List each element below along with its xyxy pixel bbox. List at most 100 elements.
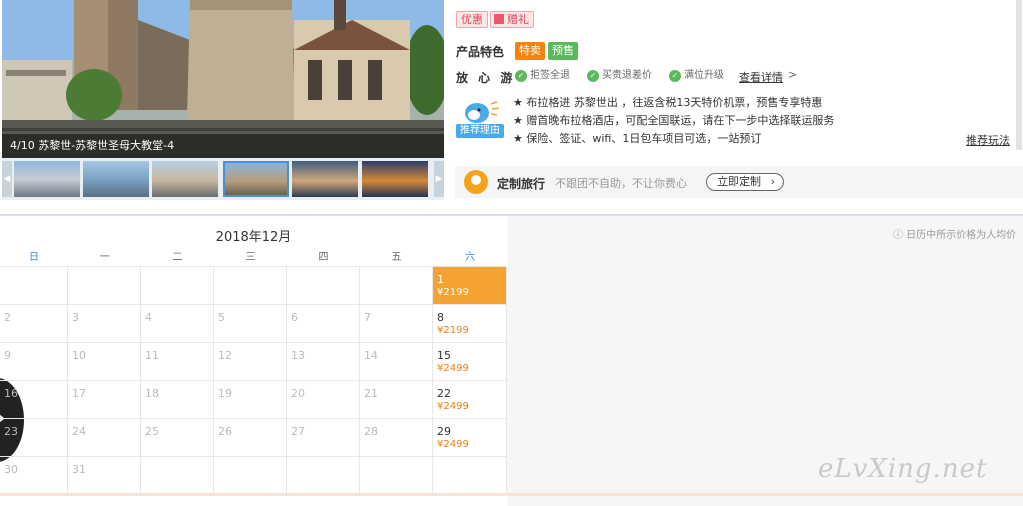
calendar-day-cell: [214, 267, 287, 305]
calendar-day-number: 14: [364, 349, 378, 362]
chevron-right-icon[interactable]: >: [788, 68, 797, 81]
calendar-day-cell: 6: [287, 305, 360, 343]
custom-travel-bar: 定制旅行 不跟团不自助，不让你费心 立即定制 ›: [455, 166, 1023, 198]
calendar-day-cell: 31: [68, 457, 141, 495]
calendar-day-number: 15: [437, 349, 451, 362]
calendar-day-cell: [360, 267, 433, 305]
calendar-day-cell: 25: [141, 419, 214, 457]
customize-now-button[interactable]: 立即定制 ›: [706, 173, 784, 191]
calendar-day-number: 2: [4, 311, 11, 324]
check-icon: ✓: [669, 70, 681, 82]
recommend-play-link[interactable]: 推荐玩法: [966, 132, 1010, 148]
thumb-next-arrow[interactable]: ▶: [434, 161, 444, 197]
calendar-day-price: ¥2499: [437, 439, 469, 450]
calendar-day-cell: 2: [0, 305, 68, 343]
gift-tag: 赠礼: [490, 11, 534, 28]
calendar-day-number: 4: [145, 311, 152, 324]
scrollbar[interactable]: [1016, 0, 1022, 150]
weekday-header: 四: [287, 249, 360, 267]
calendar-day-number: 1: [437, 273, 444, 286]
weekday-header: 一: [68, 249, 141, 267]
view-details-link[interactable]: 查看详情: [739, 69, 783, 85]
custom-travel-title: 定制旅行: [497, 177, 546, 191]
calendar-day-cell: 21: [360, 381, 433, 419]
calendar-day-cell: 30: [0, 457, 68, 495]
calendar-day-cell: 14: [360, 343, 433, 381]
assurance-item-upgrade: ✓ 满位升级: [669, 69, 724, 83]
chevron-right-icon: ›: [770, 175, 775, 188]
thumb-prev-arrow[interactable]: ◀: [2, 161, 12, 197]
calendar-day-cell: 27: [287, 419, 360, 457]
calendar-day-number: 5: [218, 311, 225, 324]
calendar-day-number: 28: [364, 425, 378, 438]
calendar-day-cell: 4: [141, 305, 214, 343]
calendar-day-cell: [433, 457, 507, 495]
calendar-day-cell: [141, 457, 214, 495]
recommend-line-3: ★ 保险、签证、wifi、1日包车项目可选，一站预订: [513, 132, 762, 145]
feature-badge-special-sale: 特卖: [515, 42, 545, 60]
feature-label: 产品特色: [456, 45, 505, 59]
calendar-day-cell: 28: [360, 419, 433, 457]
recommend-line-2: ★ 赠首晚布拉格酒店，可配全国联运，请在下一步中选择联运服务: [513, 114, 835, 127]
check-icon: ✓: [515, 70, 527, 82]
calendar-day-cell: 9: [0, 343, 68, 381]
calendar-day-cell: 23: [0, 419, 68, 457]
photo-caption: 4/10 苏黎世-苏黎世圣母大教堂-4: [2, 134, 444, 158]
recommend-line-1: ★ 布拉格进 苏黎世出 ，往返含税13天特价机票，预售专享特惠: [513, 96, 823, 109]
thumbnail-3[interactable]: [152, 161, 218, 197]
calendar-day-cell[interactable]: 1 ¥2199: [433, 267, 507, 305]
assurance-item-label: 拒签全退: [530, 70, 570, 81]
thumbnail-4[interactable]: [223, 161, 289, 197]
calendar-day-cell: 5: [214, 305, 287, 343]
page-root: 4/10 苏黎世-苏黎世圣母大教堂-4 ◀ ▶ 优惠 赠礼 产品特色 特卖 预售…: [0, 0, 1023, 506]
thumbnail-2[interactable]: [83, 161, 149, 197]
calendar-day-cell[interactable]: 15 ¥2499: [433, 343, 507, 381]
calendar-day-number: 25: [145, 425, 159, 438]
custom-travel-desc: 不跟团不自助，不让你费心: [555, 177, 687, 190]
weekday-header: 六: [433, 249, 507, 267]
check-icon: ✓: [587, 70, 599, 82]
calendar-day-number: 22: [437, 387, 451, 400]
calendar-day-price: ¥2199: [437, 325, 469, 336]
calendar-day-cell[interactable]: 8 ¥2199: [433, 305, 507, 343]
photo-gallery: 4/10 苏黎世-苏黎世圣母大教堂-4 ◀ ▶: [2, 0, 444, 200]
calendar-day-number: 8: [437, 311, 444, 324]
calendar-day-cell: 11: [141, 343, 214, 381]
thumbnail-strip: ◀ ▶: [2, 158, 444, 200]
calendar-day-cell[interactable]: 22 ¥2499: [433, 381, 507, 419]
calendar-day-cell: 12: [214, 343, 287, 381]
calendar-day-number: 3: [72, 311, 79, 324]
calendar-day-number: 29: [437, 425, 451, 438]
calendar-day-number: 18: [145, 387, 159, 400]
weekday-header: 五: [360, 249, 433, 267]
assurance-item-label: 买贵退差价: [602, 70, 652, 81]
calendar-day-number: 9: [4, 349, 11, 362]
calendar-day-cell: [360, 457, 433, 495]
thumbnail-5[interactable]: [292, 161, 358, 197]
main-photo[interactable]: 4/10 苏黎世-苏黎世圣母大教堂-4: [2, 0, 444, 158]
calendar-day-cell: 20: [287, 381, 360, 419]
promo-tag: 优惠: [456, 11, 488, 28]
watermark: eLvXing.net: [818, 454, 988, 484]
calendar-day-number: 12: [218, 349, 232, 362]
assurance-item-label: 满位升级: [684, 70, 724, 81]
thumbnail-1[interactable]: [14, 161, 80, 197]
calendar-day-cell: 13: [287, 343, 360, 381]
calendar-day-price: ¥2499: [437, 401, 469, 412]
calendar-day-number: 21: [364, 387, 378, 400]
calendar-day-cell: [287, 267, 360, 305]
calendar-day-number: 6: [291, 311, 298, 324]
weekday-header: 日: [0, 249, 68, 267]
thumbnail-6[interactable]: [362, 161, 428, 197]
calendar-day-price: ¥2499: [437, 363, 469, 374]
calendar-day-number: 13: [291, 349, 305, 362]
assurance-item-price-match: ✓ 买贵退差价: [587, 69, 652, 83]
calendar-day-number: 17: [72, 387, 86, 400]
calendar-day-cell[interactable]: 29 ¥2499: [433, 419, 507, 457]
calendar-day-cell: 17: [68, 381, 141, 419]
recommend-reason-badge: 推荐理由: [456, 124, 504, 138]
calendar-day-cell: 19: [214, 381, 287, 419]
calendar-day-cell: 24: [68, 419, 141, 457]
calendar-day-cell: 16: [0, 381, 68, 419]
calendar-day-number: 11: [145, 349, 159, 362]
